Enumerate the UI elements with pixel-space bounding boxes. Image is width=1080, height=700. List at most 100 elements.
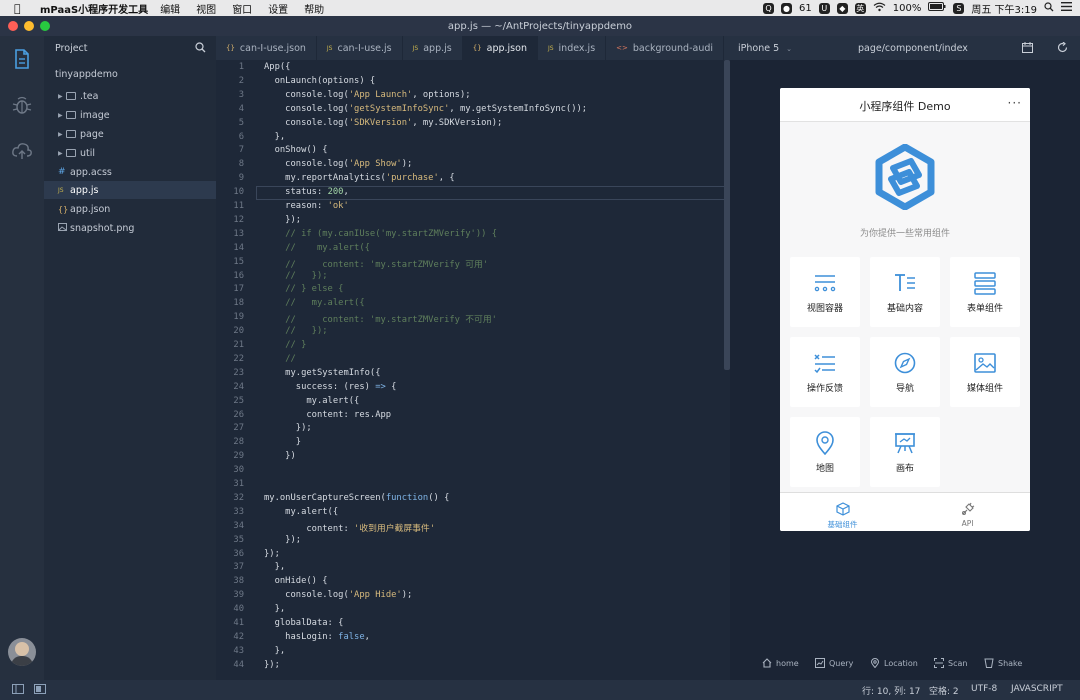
tree-folder-image[interactable]: ▶ image	[44, 106, 216, 124]
tabbar-item-components[interactable]: 基础组件	[780, 493, 905, 531]
code-line[interactable]: },	[264, 646, 286, 656]
code-editor[interactable]: 1 2 3 4 5 6 7 8 9 10 11 12 13 14 15 16 17 18 19 20 21 22 23 24 2…	[216, 60, 730, 680]
tool-home[interactable]: home	[762, 658, 799, 668]
toggle-panel-icon[interactable]	[34, 684, 46, 697]
encoding-setting[interactable]: UTF-8	[971, 684, 997, 694]
card-basic-content[interactable]: 基础内容	[870, 257, 940, 327]
menu-view[interactable]: 视图	[196, 1, 216, 16]
battery-icon[interactable]	[928, 2, 946, 14]
code-line[interactable]: success: (res) => {	[264, 382, 397, 392]
code-line[interactable]: console.log('getSystemInfoSync', my.getS…	[264, 104, 587, 114]
code-line[interactable]: my.onUserCaptureScreen(function() {	[264, 493, 449, 503]
tree-file-app-json[interactable]: {} app.json	[44, 200, 216, 218]
code-line[interactable]: console.log('App Hide');	[264, 590, 412, 600]
code-line[interactable]: my.getSystemInfo({	[264, 368, 380, 378]
menu-window[interactable]: 窗口	[232, 1, 252, 16]
code-line[interactable]: });	[264, 660, 280, 670]
code-line[interactable]: })	[264, 451, 296, 461]
code-line[interactable]: console.log('SDKVersion', my.SDKVersion)…	[264, 118, 502, 128]
tab-can-i-use-js[interactable]: JS can-I-use.js	[317, 36, 403, 60]
language-mode[interactable]: JAVASCRIPT	[1011, 684, 1063, 694]
code-line[interactable]: my.alert({	[264, 396, 359, 406]
tab-background-audio[interactable]: <> background-audi	[606, 36, 725, 60]
debug-icon[interactable]	[11, 94, 33, 116]
code-line[interactable]: console.log('App Show');	[264, 159, 412, 169]
code-line[interactable]: });	[264, 423, 312, 433]
project-root[interactable]: tinyappdemo	[44, 65, 216, 83]
files-icon[interactable]	[11, 48, 33, 70]
tool-location[interactable]: Location	[870, 658, 918, 668]
code-line[interactable]: my.alert({	[264, 507, 338, 517]
search-icon[interactable]	[1044, 1, 1054, 15]
tabbar-item-api[interactable]: API	[905, 493, 1030, 531]
code-line[interactable]: console.log('App Launch', options);	[264, 90, 470, 100]
avatar[interactable]	[8, 638, 36, 666]
code-line[interactable]: // content: 'my.startZMVerify 可用'	[264, 257, 488, 270]
device-select[interactable]: iPhone 5 ⌄	[738, 43, 792, 54]
tree-folder-tea[interactable]: ▶ .tea	[44, 87, 216, 105]
code-line[interactable]: });	[264, 549, 280, 559]
card-form-components[interactable]: 表单组件	[950, 257, 1020, 327]
tree-folder-page[interactable]: ▶ page	[44, 125, 216, 143]
tool-shake[interactable]: Shake	[984, 658, 1022, 668]
tab-index-js[interactable]: JS index.js	[538, 36, 607, 60]
code-line[interactable]: App({	[264, 62, 290, 72]
tool-query[interactable]: Query	[815, 658, 853, 668]
tab-app-json[interactable]: {} app.json	[462, 36, 538, 60]
code-line[interactable]: },	[264, 562, 286, 572]
code-line[interactable]: my.reportAnalytics('purchase', {	[264, 173, 455, 183]
cloud-upload-icon[interactable]	[11, 140, 33, 162]
qq-icon[interactable]: Q	[763, 2, 775, 14]
code-line[interactable]: // });	[264, 271, 327, 281]
tab-app-js[interactable]: JS app.js	[403, 36, 463, 60]
more-icon[interactable]: ···	[1008, 96, 1022, 110]
card-navigation[interactable]: 导航	[870, 337, 940, 407]
card-canvas[interactable]: 画布	[870, 417, 940, 487]
app-s-icon[interactable]: S	[953, 2, 965, 14]
code-line[interactable]: });	[264, 535, 301, 545]
tab-can-i-use-json[interactable]: {} can-I-use.json	[216, 36, 317, 60]
code-line[interactable]: //	[264, 354, 296, 364]
code-area[interactable]: App({ onLaunch(options) { console.log('A…	[264, 60, 724, 680]
code-line[interactable]: // if (my.canIUse('my.startZMVerify')) {	[264, 229, 497, 239]
refresh-icon[interactable]	[1057, 41, 1068, 56]
apple-icon[interactable]: 	[14, 2, 28, 15]
code-line[interactable]: content: res.App	[264, 410, 391, 420]
code-line[interactable]: // });	[264, 326, 327, 336]
cursor-position[interactable]: 行: 10, 列: 17	[862, 684, 920, 697]
indent-setting[interactable]: 空格: 2	[929, 684, 959, 697]
code-line[interactable]: },	[264, 604, 286, 614]
code-line[interactable]: reason: 'ok'	[264, 201, 349, 211]
code-line[interactable]: // }	[264, 340, 306, 350]
code-line[interactable]: hasLogin: false,	[264, 632, 370, 642]
app-name-menu[interactable]: mPaaS小程序开发工具	[40, 1, 148, 16]
security-icon[interactable]: ◆	[836, 2, 848, 14]
card-map[interactable]: 地图	[790, 417, 860, 487]
menu-help[interactable]: 帮助	[304, 1, 324, 16]
phone-simulator[interactable]: 小程序组件 Demo ··· 为你提供一些常用组件 视图容器 基础内容 表单组件…	[780, 88, 1030, 531]
card-action-feedback[interactable]: 操作反馈	[790, 337, 860, 407]
tool-scan[interactable]: Scan	[934, 658, 967, 668]
clock[interactable]: 周五 下午3:19	[971, 1, 1037, 16]
code-line[interactable]: }	[264, 437, 301, 447]
code-line[interactable]: // content: 'my.startZMVerify 不可用'	[264, 312, 497, 325]
code-line[interactable]: globalData: {	[264, 618, 344, 628]
close-window-button[interactable]	[8, 21, 18, 31]
toggle-sidebar-icon[interactable]	[12, 684, 24, 697]
tree-file-snapshot[interactable]: snapshot.png	[44, 219, 216, 237]
minimize-window-button[interactable]	[24, 21, 34, 31]
card-view-container[interactable]: 视图容器	[790, 257, 860, 327]
input-method-icon[interactable]: 英	[854, 2, 866, 14]
tree-file-app-js[interactable]: JS app.js	[44, 181, 216, 199]
list-menu-icon[interactable]	[1061, 2, 1072, 14]
search-icon[interactable]	[195, 42, 206, 56]
code-line[interactable]: },	[264, 132, 286, 142]
menu-settings[interactable]: 设置	[268, 1, 288, 16]
code-line[interactable]: onShow() {	[264, 145, 328, 155]
code-line[interactable]: onHide() {	[264, 576, 328, 586]
code-line[interactable]: });	[264, 215, 301, 225]
code-line[interactable]: onLaunch(options) {	[264, 76, 376, 86]
calendar-icon[interactable]	[1022, 42, 1033, 56]
code-line[interactable]: content: '收到用户截屏事件'	[264, 521, 435, 534]
tree-file-app-acss[interactable]: # app.acss	[44, 163, 216, 181]
